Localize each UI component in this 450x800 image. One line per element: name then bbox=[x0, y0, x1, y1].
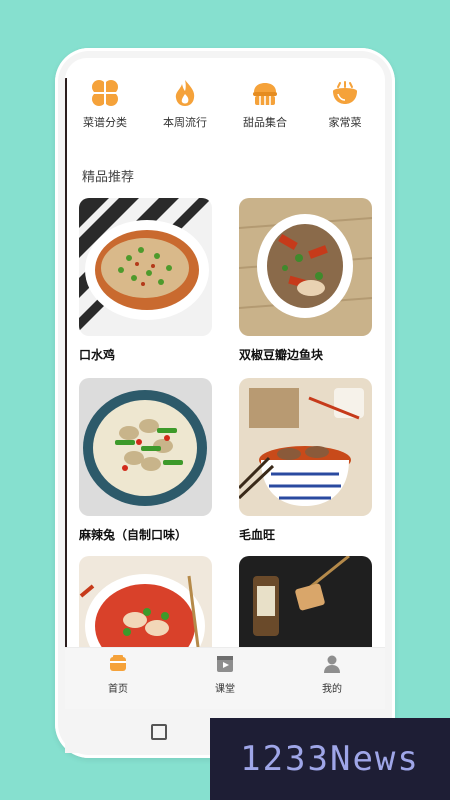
bottom-tab-bar: 首页 课堂 我的 bbox=[65, 647, 385, 710]
category-item-home-cooking[interactable]: 家常菜 bbox=[310, 78, 380, 130]
category-item-desserts[interactable]: 甜品集合 bbox=[230, 78, 300, 130]
recipe-card[interactable]: 麻辣兔（自制口味） bbox=[79, 378, 212, 543]
category-label: 家常菜 bbox=[328, 116, 362, 129]
tab-classroom[interactable]: 课堂 bbox=[185, 654, 265, 695]
recipe-name: 麻辣兔（自制口味） bbox=[79, 528, 188, 542]
recipe-image-maoxuewang bbox=[239, 378, 372, 516]
recipe-card[interactable]: 口水鸡 bbox=[79, 198, 212, 363]
recipe-card[interactable]: 双椒豆瓣边鱼块 bbox=[239, 198, 372, 363]
recipe-image-drool-chicken bbox=[79, 198, 212, 336]
category-label: 甜品集合 bbox=[243, 116, 287, 129]
app-screen: 菜谱分类 本周流行 甜品集合 家常菜 精品推荐 口水鸡 双椒豆瓣边鱼块 麻辣兔（… bbox=[65, 58, 385, 710]
recipe-name: 口水鸡 bbox=[79, 348, 116, 362]
recipe-card[interactable]: 毛血旺 bbox=[239, 378, 372, 543]
flame-icon bbox=[175, 80, 195, 106]
tab-label: 首页 bbox=[108, 684, 128, 695]
tab-profile[interactable]: 我的 bbox=[292, 654, 372, 695]
tab-label: 课堂 bbox=[215, 684, 235, 695]
recipe-image-fish-chunks bbox=[239, 198, 372, 336]
recipe-image-spicy-rabbit bbox=[79, 378, 212, 516]
tab-label: 我的 bbox=[322, 684, 342, 695]
recipe-name: 双椒豆瓣边鱼块 bbox=[239, 348, 324, 362]
category-label: 菜谱分类 bbox=[83, 116, 127, 129]
user-icon bbox=[324, 655, 340, 673]
watermark: 1233News bbox=[210, 718, 450, 800]
recent-apps-button[interactable] bbox=[151, 724, 167, 740]
clover-icon bbox=[92, 80, 118, 106]
edge-divider bbox=[65, 78, 67, 678]
category-item-weekly-popular[interactable]: 本周流行 bbox=[150, 78, 220, 130]
cake-icon bbox=[253, 83, 277, 105]
video-icon bbox=[217, 656, 233, 672]
category-label: 本周流行 bbox=[163, 116, 207, 129]
bowl-icon bbox=[333, 81, 357, 104]
tab-home[interactable]: 首页 bbox=[78, 654, 158, 695]
section-title: 精品推荐 bbox=[82, 170, 135, 185]
category-item-recipe-types[interactable]: 菜谱分类 bbox=[70, 78, 140, 130]
recipe-name: 毛血旺 bbox=[239, 528, 276, 542]
home-icon bbox=[110, 655, 126, 671]
category-row: 菜谱分类 本周流行 甜品集合 家常菜 bbox=[65, 78, 385, 138]
